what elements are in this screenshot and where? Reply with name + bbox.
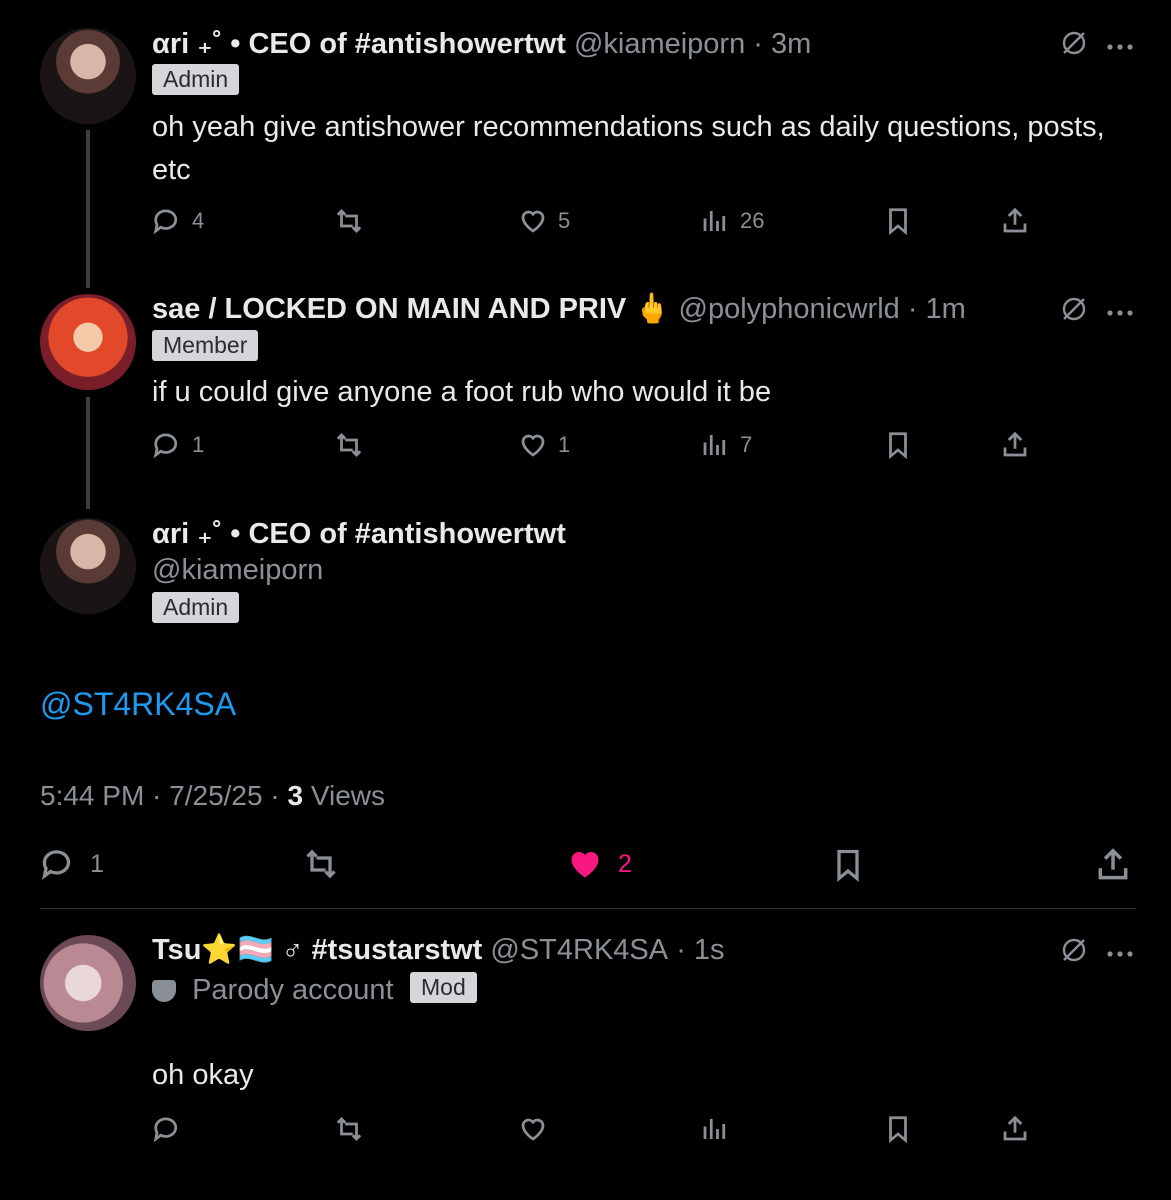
retweet-button[interactable] xyxy=(334,430,364,460)
post-text: if u could give anyone a foot rub who wo… xyxy=(152,376,772,408)
post-time: · 3m xyxy=(753,28,812,60)
views-icon xyxy=(703,435,726,455)
more-icon[interactable] xyxy=(1106,38,1134,56)
like-count: 1 xyxy=(558,432,571,457)
post-time: · 1s xyxy=(676,934,725,966)
thread-line xyxy=(86,130,90,288)
share-button[interactable] xyxy=(1000,1114,1030,1144)
grok-icon[interactable] xyxy=(1060,29,1088,62)
bookmark-button[interactable] xyxy=(830,846,866,884)
views-count: 26 xyxy=(740,208,765,233)
author-name[interactable]: sae / LOCKED ON MAIN AND PRIV 🖕 xyxy=(152,293,670,325)
role-badge: Admin xyxy=(152,592,240,623)
views-count: 7 xyxy=(740,432,753,457)
reply-count: 1 xyxy=(192,432,205,457)
mask-icon xyxy=(152,980,176,1003)
retweet-button[interactable] xyxy=(302,846,340,882)
retweet-icon xyxy=(306,849,336,879)
reply-icon xyxy=(153,209,178,235)
views-count: 3 xyxy=(287,780,304,811)
like-button[interactable]: 2 xyxy=(566,846,632,882)
reply-count: 4 xyxy=(192,208,205,233)
avatar[interactable] xyxy=(40,294,136,390)
author-name[interactable]: Tsu⭐🏳️‍⚧️ ♂ #tsustarstwt xyxy=(152,934,482,966)
thread-line xyxy=(86,397,90,509)
avatar[interactable] xyxy=(40,28,136,124)
grok-icon[interactable] xyxy=(1060,936,1088,969)
like-count: 5 xyxy=(558,208,571,233)
parody-text: Parody account xyxy=(192,974,394,1006)
share-button[interactable] xyxy=(1000,206,1030,236)
author-handle[interactable]: @ST4RK4SA xyxy=(490,934,668,966)
like-icon xyxy=(571,852,599,878)
like-count: 2 xyxy=(618,849,632,878)
reply-icon xyxy=(42,850,71,880)
post-author[interactable]: sae / LOCKED ON MAIN AND PRIV 🖕 @polypho… xyxy=(152,292,966,326)
like-icon xyxy=(521,434,545,457)
retweet-icon xyxy=(336,209,362,233)
share-icon xyxy=(1003,1115,1027,1141)
bookmark-button[interactable] xyxy=(883,430,913,460)
share-icon xyxy=(1098,848,1128,880)
views-button[interactable] xyxy=(700,1114,730,1144)
views-button[interactable]: 7 xyxy=(700,430,752,460)
share-button[interactable] xyxy=(1000,430,1030,460)
reply-button[interactable]: 1 xyxy=(152,430,204,460)
bookmark-icon xyxy=(889,432,907,460)
reply-button[interactable] xyxy=(152,1114,182,1144)
grok-icon[interactable] xyxy=(1060,295,1088,328)
reply-count: 1 xyxy=(90,849,104,878)
more-icon[interactable] xyxy=(1106,945,1134,963)
reply-icon xyxy=(153,1117,178,1143)
bookmark-button[interactable] xyxy=(883,1114,913,1144)
post-author[interactable]: Tsu⭐🏳️‍⚧️ ♂ #tsustarstwt @ST4RK4SA · 1s xyxy=(152,933,725,967)
like-icon xyxy=(521,210,545,233)
retweet-icon xyxy=(336,433,362,457)
bookmark-icon xyxy=(837,849,859,883)
reply-icon xyxy=(153,433,178,459)
avatar[interactable] xyxy=(40,518,136,614)
like-button[interactable]: 5 xyxy=(518,206,570,236)
divider xyxy=(40,908,1136,909)
post-time: · 1m xyxy=(907,293,966,325)
reply-button[interactable]: 4 xyxy=(152,206,204,236)
author-handle[interactable]: @polyphonicwrld xyxy=(679,293,900,325)
share-icon xyxy=(1003,207,1027,233)
post-author[interactable]: αri ₊˚ • CEO of #antishowertwt @kiameipo… xyxy=(152,26,811,61)
post-timestamp: 5:44 PM · 7/25/25 · xyxy=(40,780,280,811)
bookmark-icon xyxy=(889,1116,907,1144)
retweet-icon xyxy=(336,1117,362,1141)
post-meta: 5:44 PM · 7/25/25 · 3 Views xyxy=(40,780,385,812)
author-name[interactable]: αri ₊˚ • CEO of #antishowertwt xyxy=(152,516,566,551)
reply-button[interactable]: 1 xyxy=(40,846,104,882)
author-handle[interactable]: @kiameiporn xyxy=(574,28,745,60)
share-icon xyxy=(1003,431,1027,457)
views-button[interactable]: 26 xyxy=(700,206,764,236)
parody-label: Parody account xyxy=(152,974,394,1007)
like-button[interactable] xyxy=(518,1114,548,1144)
role-badge: Mod xyxy=(410,972,477,1003)
post-text: oh yeah give antishower recommendations … xyxy=(152,111,1105,186)
mention-link[interactable]: @ST4RK4SA xyxy=(40,686,236,723)
like-icon xyxy=(521,1118,545,1141)
avatar[interactable] xyxy=(40,935,136,1031)
bookmark-icon xyxy=(889,208,907,236)
retweet-button[interactable] xyxy=(334,1114,364,1144)
views-label: Views xyxy=(310,780,386,811)
share-button[interactable] xyxy=(1094,846,1132,884)
like-button[interactable]: 1 xyxy=(518,430,570,460)
author-handle[interactable]: @kiameiporn xyxy=(152,554,323,587)
retweet-button[interactable] xyxy=(334,206,364,236)
views-icon xyxy=(703,211,726,231)
post-text: oh okay xyxy=(152,1059,254,1091)
views-icon xyxy=(703,1119,726,1139)
bookmark-button[interactable] xyxy=(883,206,913,236)
more-icon[interactable] xyxy=(1106,304,1134,322)
role-badge: Member xyxy=(152,330,259,361)
author-name[interactable]: αri ₊˚ • CEO of #antishowertwt xyxy=(152,28,566,60)
role-badge: Admin xyxy=(152,64,240,95)
